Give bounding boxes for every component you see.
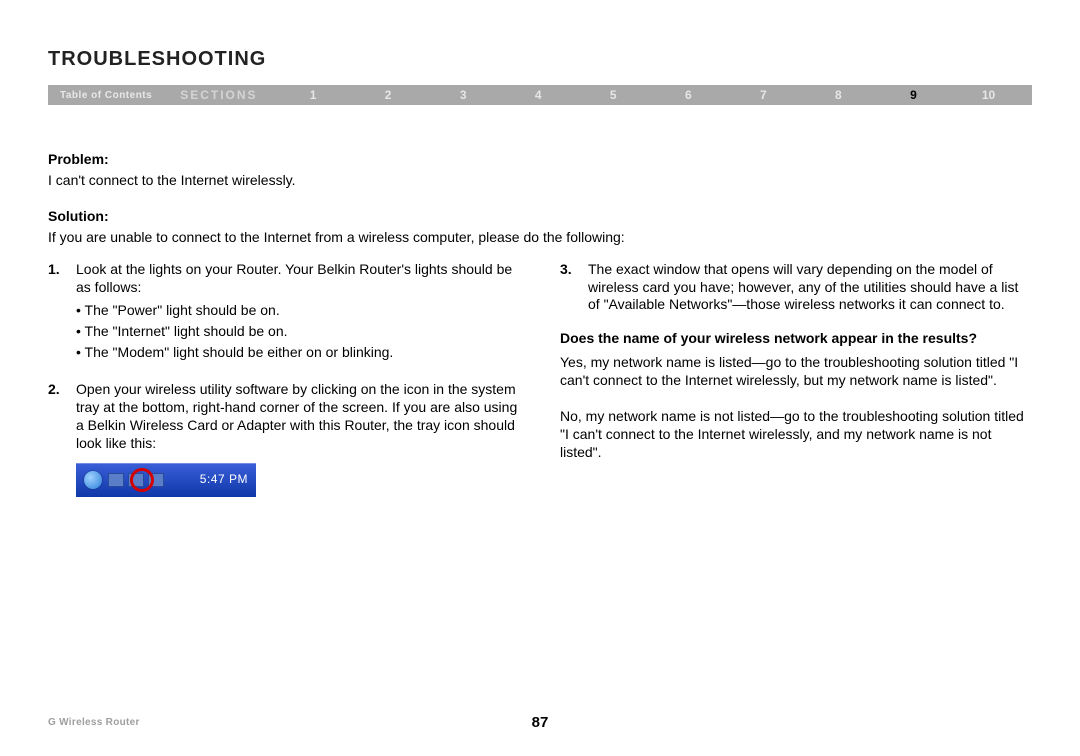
- system-tray-image: 5:47 PM: [76, 463, 256, 497]
- section-navbar: Table of Contents SECTIONS 1 2 3 4 5 6 7…: [48, 85, 1032, 105]
- answer-no: No, my network name is not listed—go to …: [560, 408, 1032, 462]
- step-1-bullet-1: The "Power" light should be on.: [76, 302, 520, 320]
- solution-intro: If you are unable to connect to the Inte…: [48, 229, 1032, 247]
- footer-page-number: 87: [532, 714, 549, 731]
- problem-text: I can't connect to the Internet wireless…: [48, 172, 1032, 190]
- tray-start-icon: [84, 471, 102, 489]
- step-3: 3. The exact window that opens will vary…: [560, 261, 1032, 315]
- step-1-text: Look at the lights on your Router. Your …: [76, 261, 512, 295]
- nav-section-1[interactable]: 1: [276, 88, 351, 102]
- nav-section-6[interactable]: 6: [651, 88, 726, 102]
- tray-network-icon: [108, 473, 124, 487]
- nav-section-5[interactable]: 5: [576, 88, 651, 102]
- nav-section-8[interactable]: 8: [801, 88, 876, 102]
- nav-sections-label: SECTIONS: [162, 88, 275, 102]
- question-heading: Does the name of your wireless network a…: [560, 330, 1032, 348]
- answer-yes: Yes, my network name is listed—go to the…: [560, 354, 1032, 390]
- step-1-bullet-2: The "Internet" light should be on.: [76, 323, 520, 341]
- nav-section-10[interactable]: 10: [951, 88, 1026, 102]
- nav-section-7[interactable]: 7: [726, 88, 801, 102]
- step-1-bullet-3: The "Modem" light should be either on or…: [76, 344, 520, 362]
- tray-clock: 5:47 PM: [200, 472, 248, 487]
- content-area: Problem: I can't connect to the Internet…: [48, 151, 1032, 513]
- nav-section-4[interactable]: 4: [501, 88, 576, 102]
- left-column: 1. Look at the lights on your Router. Yo…: [48, 261, 520, 513]
- solution-label: Solution:: [48, 208, 1032, 226]
- footer-product-name: G Wireless Router: [48, 717, 140, 728]
- step-1-number: 1.: [48, 261, 76, 366]
- nav-section-9[interactable]: 9: [876, 88, 951, 102]
- page-footer: G Wireless Router 87: [48, 717, 1032, 728]
- step-3-text: The exact window that opens will vary de…: [588, 261, 1032, 315]
- step-1: 1. Look at the lights on your Router. Yo…: [48, 261, 520, 366]
- right-column: 3. The exact window that opens will vary…: [560, 261, 1032, 513]
- step-2: 2. Open your wireless utility software b…: [48, 381, 520, 497]
- step-2-text: Open your wireless utility software by c…: [76, 381, 517, 451]
- step-2-number: 2.: [48, 381, 76, 497]
- nav-section-3[interactable]: 3: [426, 88, 501, 102]
- problem-label: Problem:: [48, 151, 1032, 169]
- nav-toc-link[interactable]: Table of Contents: [54, 90, 162, 101]
- nav-section-2[interactable]: 2: [351, 88, 426, 102]
- page-title: TROUBLESHOOTING: [48, 48, 1032, 71]
- tray-highlight-circle: [130, 468, 154, 492]
- step-3-number: 3.: [560, 261, 588, 315]
